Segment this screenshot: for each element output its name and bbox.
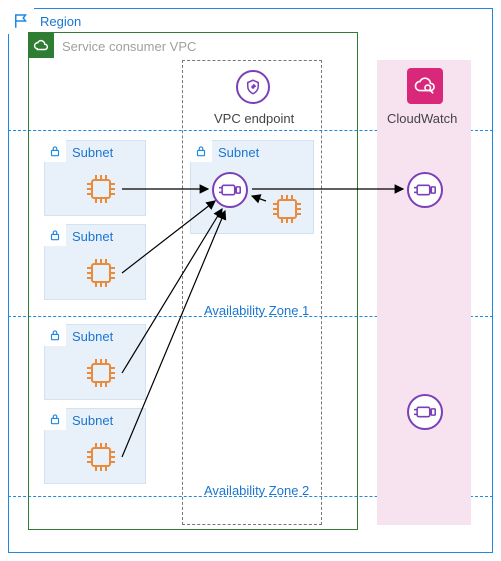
subnet-2-label: Subnet	[72, 229, 113, 244]
cloudwatch-label: CloudWatch	[387, 111, 457, 126]
subnet-5-lock-icon	[190, 140, 212, 162]
chip-1-icon	[82, 170, 120, 208]
az-1-label: Availability Zone 1	[204, 303, 309, 318]
vpc-endpoint-box	[182, 60, 322, 525]
region-label: Region	[40, 14, 81, 29]
chip-3-icon	[82, 354, 120, 392]
subnet-1-lock-icon	[44, 140, 66, 162]
vpc-endpoint-label: VPC endpoint	[214, 111, 294, 126]
subnet-2-lock-icon	[44, 224, 66, 246]
diagram-canvas: Region Service consumer VPC VPC endpoint…	[0, 0, 501, 561]
cloudwatch-box	[377, 60, 471, 525]
subnet-3-label: Subnet	[72, 329, 113, 344]
subnet-1-label: Subnet	[72, 145, 113, 160]
chip-2-icon	[82, 254, 120, 292]
cloudwatch-icon	[407, 68, 443, 104]
eni-1-icon	[212, 172, 248, 208]
subnet-3-lock-icon	[44, 324, 66, 346]
vpc-endpoint-icon	[236, 70, 270, 104]
chip-4-icon	[82, 438, 120, 476]
eni-cw-1-icon	[407, 172, 443, 208]
chip-5-icon	[268, 190, 306, 228]
az-2-label: Availability Zone 2	[204, 483, 309, 498]
vpc-cloud-icon	[28, 32, 54, 58]
vpc-label: Service consumer VPC	[62, 39, 196, 54]
region-flag-icon	[8, 8, 34, 34]
subnet-4-label: Subnet	[72, 413, 113, 428]
subnet-5-label: Subnet	[218, 145, 259, 160]
subnet-4-lock-icon	[44, 408, 66, 430]
eni-cw-2-icon	[407, 394, 443, 430]
